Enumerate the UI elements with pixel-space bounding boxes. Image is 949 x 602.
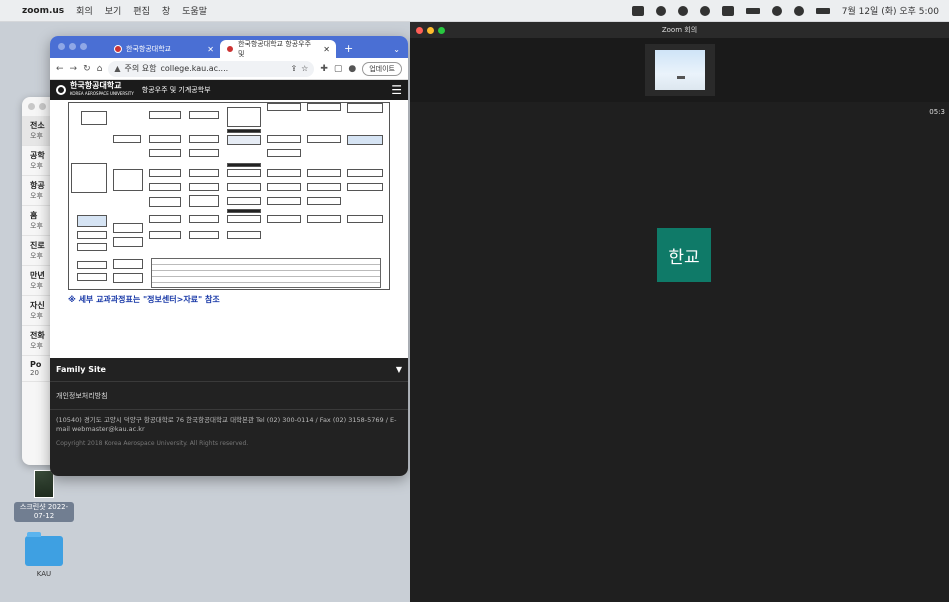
footer-copyright: Copyright 2018 Korea Aerospace Universit…	[56, 440, 249, 447]
zoom-titlebar: Zoom 회의	[410, 22, 949, 38]
forward-icon[interactable]: →	[70, 64, 78, 74]
page-content: ※ 세부 교과과정표는 "정보센터>자료" 참조	[50, 100, 408, 304]
maximize-icon[interactable]	[438, 27, 445, 34]
warning-icon[interactable]: ▲	[114, 64, 120, 73]
video-image	[654, 50, 705, 90]
maximize-icon[interactable]	[80, 43, 87, 50]
close-tab-icon[interactable]: ✕	[323, 45, 330, 54]
tab-search-icon[interactable]: ⌄	[393, 45, 400, 54]
curriculum-notice: ※ 세부 교과과정표는 "정보센터>자료" 참조	[68, 295, 220, 304]
tab-aerospace[interactable]: 한국항공대학교 항공우주 및 ✕	[220, 40, 336, 58]
desktop-icon-screenshot[interactable]: 스크린샷 2022-07-12	[14, 470, 74, 522]
hamburger-menu-icon[interactable]: ☰	[391, 83, 402, 97]
chat-icon[interactable]	[655, 5, 666, 16]
tab-kau-home[interactable]: 한국항공대학교 ✕	[108, 40, 220, 58]
app-menu-zoom[interactable]: zoom.us	[22, 6, 64, 16]
extensions-icon[interactable]: ✚	[320, 64, 328, 74]
minimize-icon[interactable]	[69, 43, 76, 50]
footer-address: (10540) 경기도 고양시 덕양구 항공대학로 76 한국항공대학교 대학본…	[56, 416, 397, 433]
browser-window[interactable]: 한국항공대학교 ✕ 한국항공대학교 항공우주 및 ✕ + ⌄ ← → ↻ ⌂ ▲…	[50, 36, 408, 476]
share-icon[interactable]: ⇪	[290, 64, 297, 73]
site-header: 한국항공대학교 KOREA AEROSPACE UNIVERSITY 항공우주 및…	[50, 80, 408, 100]
security-warning: 주의 요함	[124, 64, 157, 73]
input-method-icon[interactable]	[721, 5, 734, 16]
url-text: college.kau.ac....	[160, 64, 229, 73]
zoom-window[interactable]: Zoom 회의 05:3 한교	[410, 22, 949, 602]
home-icon[interactable]: ⌂	[97, 64, 103, 74]
minimize-icon[interactable]	[427, 27, 434, 34]
menu-help[interactable]: 도움말	[182, 4, 207, 17]
department-name[interactable]: 항공우주 및 기계공학부	[142, 85, 211, 95]
menu-window[interactable]: 창	[162, 4, 170, 17]
meeting-timer: 05:3	[929, 108, 945, 116]
tab-bar: 한국항공대학교 ✕ 한국항공대학교 항공우주 및 ✕ + ⌄	[50, 36, 408, 58]
menu-meeting[interactable]: 회의	[76, 4, 93, 17]
curriculum-chart-image	[68, 102, 390, 290]
update-button[interactable]: 업데이트	[362, 61, 402, 76]
window-controls	[416, 27, 445, 34]
volume-icon[interactable]	[699, 5, 710, 16]
reload-icon[interactable]: ↻	[83, 64, 91, 74]
bluetooth-icon[interactable]	[677, 5, 688, 16]
menu-edit[interactable]: 편집	[133, 4, 150, 17]
new-tab-button[interactable]: +	[344, 42, 353, 55]
profile-icon[interactable]: ●	[348, 64, 356, 74]
kau-favicon-icon	[226, 45, 234, 53]
address-bar: ← → ↻ ⌂ ▲ 주의 요함 college.kau.ac.... ⇪ ☆ ✚…	[50, 58, 408, 80]
menubar: zoom.us 회의 보기 편집 창 도움말 7월 12일 (화) 오후 5:0…	[0, 0, 949, 22]
folder-icon	[25, 532, 63, 566]
family-site-dropdown[interactable]: Family Site ▼	[50, 358, 408, 382]
participant-avatar[interactable]: 한교	[657, 228, 711, 282]
close-tab-icon[interactable]: ✕	[207, 45, 214, 54]
menu-view[interactable]: 보기	[105, 4, 122, 17]
close-icon[interactable]	[58, 43, 65, 50]
control-center-icon[interactable]	[815, 7, 830, 14]
search-icon[interactable]	[793, 5, 804, 16]
zoom-title: Zoom 회의	[661, 26, 698, 34]
video-thumbnail-strip	[410, 38, 949, 102]
sidebar-icon[interactable]: ▢	[334, 64, 343, 74]
wifi-icon[interactable]	[771, 5, 782, 16]
menubar-clock[interactable]: 7월 12일 (화) 오후 5:00	[842, 4, 939, 17]
main-video-area[interactable]: 05:3 한교	[410, 102, 949, 602]
url-field[interactable]: ▲ 주의 요함 college.kau.ac.... ⇪ ☆	[108, 60, 315, 77]
back-icon[interactable]: ←	[56, 64, 64, 74]
participant-video-thumbnail[interactable]	[644, 44, 715, 96]
close-icon[interactable]	[416, 27, 423, 34]
desktop-icon-kau-folder[interactable]: KAU	[14, 532, 74, 580]
window-controls	[58, 43, 87, 50]
battery-icon[interactable]	[745, 7, 760, 14]
privacy-policy-link[interactable]: 개인정보처리방침	[50, 382, 408, 410]
bookmark-star-icon[interactable]: ☆	[301, 64, 308, 73]
zoom-status-icon[interactable]	[631, 5, 644, 16]
kau-logo-icon[interactable]	[56, 85, 66, 95]
university-name[interactable]: 한국항공대학교 KOREA AEROSPACE UNIVERSITY	[70, 82, 134, 98]
kau-favicon-icon	[114, 45, 122, 53]
site-footer: Family Site ▼ 개인정보처리방침 (10540) 경기도 고양시 덕…	[50, 358, 408, 476]
status-area: 7월 12일 (화) 오후 5:00	[631, 4, 939, 17]
curriculum-table	[151, 258, 381, 288]
chevron-down-icon: ▼	[395, 365, 402, 374]
